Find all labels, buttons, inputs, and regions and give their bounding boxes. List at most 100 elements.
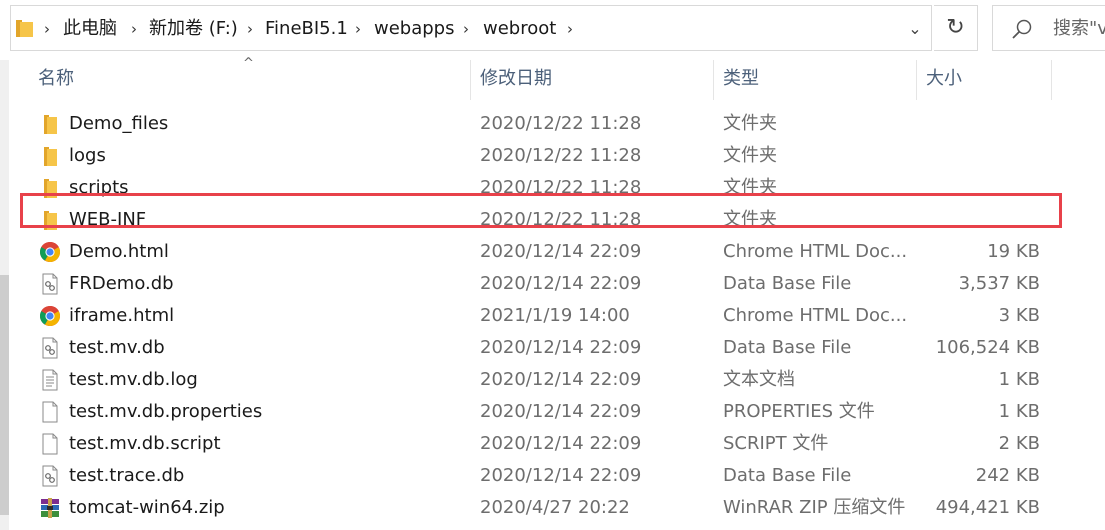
db-file-icon: [39, 337, 61, 359]
file-size: [914, 108, 1040, 140]
folder-icon: [39, 177, 61, 199]
file-type: Data Base File: [723, 337, 852, 358]
file-row[interactable]: Demo.html 2020/12/14 22:09 Chrome HTML D…: [9, 236, 1105, 268]
column-header-name[interactable]: 名称: [38, 60, 74, 100]
breadcrumb-finebi[interactable]: FineBI5.1: [265, 6, 348, 52]
file-date: 2020/12/22 11:28: [480, 209, 642, 230]
breadcrumb-webroot[interactable]: webroot: [483, 6, 556, 52]
file-row[interactable]: test.mv.db.script 2020/12/14 22:09 SCRIP…: [9, 428, 1105, 460]
file-type: Data Base File: [723, 273, 852, 294]
file-date: 2020/12/14 22:09: [480, 337, 642, 358]
chevron-down-icon[interactable]: ⌄: [897, 6, 933, 52]
file-type: 文件夹: [723, 145, 777, 166]
file-date: 2021/1/19 14:00: [480, 305, 630, 326]
refresh-button[interactable]: ↻: [934, 5, 978, 51]
column-divider[interactable]: [916, 60, 917, 100]
breadcrumb-separator[interactable]: ›: [247, 6, 253, 52]
file-date: 2020/12/14 22:09: [480, 241, 642, 262]
file-size: [914, 204, 1040, 236]
file-size: 19 KB: [987, 241, 1040, 262]
file-date: 2020/4/27 20:22: [480, 497, 630, 518]
file-explorer-window: › 此电脑 › 新加卷 (F:) › FineBI5.1 › webapps ›…: [0, 0, 1105, 530]
breadcrumb-separator[interactable]: ›: [567, 6, 573, 52]
file-row[interactable]: FRDemo.db 2020/12/14 22:09 Data Base Fil…: [9, 268, 1105, 300]
file-name: test.mv.db.script: [69, 433, 221, 454]
address-bar[interactable]: › 此电脑 › 新加卷 (F:) › FineBI5.1 › webapps ›…: [10, 5, 932, 51]
file-type: Data Base File: [723, 465, 852, 486]
file-type: 文件夹: [723, 177, 777, 198]
file-date: 2020/12/22 11:28: [480, 177, 642, 198]
file-name: WEB-INF: [69, 209, 147, 230]
folder-icon: [39, 113, 61, 135]
file-name: iframe.html: [69, 305, 175, 326]
file-name: test.mv.db: [69, 337, 165, 358]
folder-icon: [39, 145, 61, 167]
file-size: 1 KB: [998, 369, 1040, 390]
file-type: 文件夹: [723, 209, 777, 230]
file-row[interactable]: test.mv.db.properties 2020/12/14 22:09 P…: [9, 396, 1105, 428]
file-type: 文件夹: [723, 113, 777, 134]
file-size: 3 KB: [998, 305, 1040, 326]
file-date: 2020/12/14 22:09: [480, 465, 642, 486]
file-name: scripts: [69, 177, 129, 198]
file-name: test.trace.db: [69, 465, 185, 486]
breadcrumb-drive-f[interactable]: 新加卷 (F:): [149, 6, 238, 52]
db-file-icon: [39, 465, 61, 487]
file-row[interactable]: scripts 2020/12/22 11:28 文件夹: [9, 172, 1105, 204]
file-row[interactable]: test.mv.db 2020/12/14 22:09 Data Base Fi…: [9, 332, 1105, 364]
breadcrumb-webapps[interactable]: webapps: [374, 6, 454, 52]
sort-ascending-icon: ^: [243, 56, 254, 71]
file-row[interactable]: test.mv.db.log 2020/12/14 22:09 文本文档 1 K…: [9, 364, 1105, 396]
breadcrumb-separator[interactable]: ›: [463, 6, 469, 52]
search-icon: [1012, 19, 1032, 39]
file-size: 1 KB: [998, 401, 1040, 422]
refresh-icon: ↻: [946, 15, 965, 40]
search-input[interactable]: 搜索"v: [992, 5, 1105, 51]
column-divider[interactable]: [1051, 60, 1052, 100]
file-list: Demo_files 2020/12/22 11:28 文件夹 logs 202…: [9, 108, 1105, 530]
file-row[interactable]: tomcat-win64.zip 2020/4/27 20:22 WinRAR …: [9, 492, 1105, 524]
folder-icon: [39, 209, 61, 231]
address-bar-row: › 此电脑 › 新加卷 (F:) › FineBI5.1 › webapps ›…: [0, 0, 1105, 60]
file-size: 3,537 KB: [958, 273, 1040, 294]
file-size: 2 KB: [998, 433, 1040, 454]
column-header-size[interactable]: 大小: [926, 60, 962, 100]
scrollbar-thumb[interactable]: [0, 275, 9, 515]
breadcrumb-separator[interactable]: ›: [355, 6, 361, 52]
file-row[interactable]: Demo_files 2020/12/22 11:28 文件夹: [9, 108, 1105, 140]
file-date: 2020/12/22 11:28: [480, 113, 642, 134]
file-name: Demo_files: [69, 113, 169, 134]
breadcrumb-separator[interactable]: ›: [131, 6, 137, 52]
file-row-highlighted[interactable]: iframe.html 2021/1/19 14:00 Chrome HTML …: [9, 300, 1105, 332]
breadcrumb-this-pc[interactable]: 此电脑: [63, 6, 117, 52]
folder-icon: [16, 20, 33, 37]
file-row[interactable]: test.trace.db 2020/12/14 22:09 Data Base…: [9, 460, 1105, 492]
file-date: 2020/12/14 22:09: [480, 433, 642, 454]
file-date: 2020/12/14 22:09: [480, 401, 642, 422]
column-header-row: ^ 名称 修改日期 类型 大小: [9, 56, 1105, 100]
file-row[interactable]: WEB-INF 2020/12/22 11:28 文件夹: [9, 204, 1105, 236]
column-header-date[interactable]: 修改日期: [480, 60, 552, 100]
file-type: WinRAR ZIP 压缩文件: [723, 497, 906, 518]
file-size: 242 KB: [975, 465, 1040, 486]
file-type: 文本文档: [723, 369, 795, 390]
winrar-icon: [39, 497, 61, 519]
file-name: test.mv.db.properties: [69, 401, 263, 422]
file-size: 494,421 KB: [935, 497, 1040, 518]
breadcrumb-separator[interactable]: ›: [44, 6, 50, 52]
file-size: 106,524 KB: [935, 337, 1040, 358]
file-name: logs: [69, 145, 106, 166]
file-date: 2020/12/22 11:28: [480, 145, 642, 166]
db-file-icon: [39, 273, 61, 295]
blank-file-icon: [39, 433, 61, 455]
column-divider[interactable]: [713, 60, 714, 100]
file-type: PROPERTIES 文件: [723, 401, 875, 422]
column-divider[interactable]: [470, 60, 471, 100]
chrome-icon: [39, 241, 61, 263]
file-date: 2020/12/14 22:09: [480, 369, 642, 390]
column-header-type[interactable]: 类型: [723, 60, 759, 100]
navigation-pane-scrollbar[interactable]: [0, 60, 9, 530]
text-file-icon: [39, 369, 61, 391]
file-name: tomcat-win64.zip: [69, 497, 225, 518]
file-row[interactable]: logs 2020/12/22 11:28 文件夹: [9, 140, 1105, 172]
